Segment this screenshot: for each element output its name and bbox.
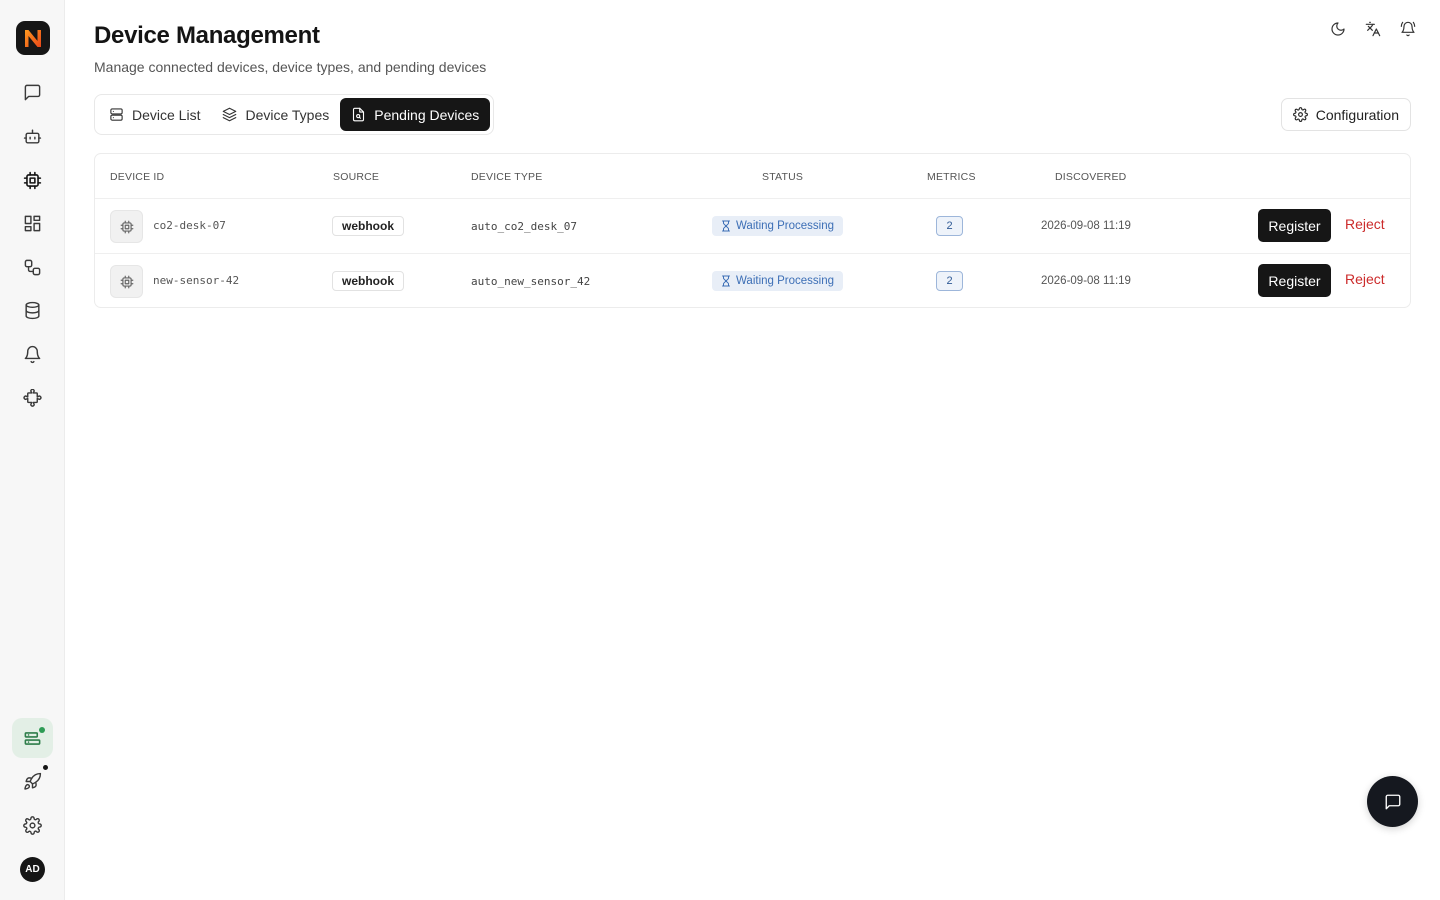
tab-label: Pending Devices [374,106,480,123]
sidebar-item-extensions[interactable] [12,378,53,418]
bell-icon [24,345,41,363]
status-text: Waiting Processing [736,275,835,287]
status-text: Waiting Processing [736,220,835,232]
sidebar-item-alerts[interactable] [12,334,53,374]
layout-grid-icon [24,215,41,231]
database-icon [25,301,40,319]
gear-icon [1292,107,1308,122]
metrics-count-badge: 2 [936,271,963,291]
sidebar-item-dashboards[interactable] [12,203,53,243]
source-badge: webhook [332,271,405,291]
server-list-icon [110,108,123,121]
tab-label: Device Types [245,106,330,123]
discovered-timestamp: 2026-09-08 11:19 [1041,275,1131,287]
puzzle-icon [23,388,42,407]
table-row: new-sensor-42 webhook auto_new_sensor_42… [95,254,1410,309]
table-header: DEVICE ID SOURCE DEVICE TYPE STATUS METR… [95,154,1410,199]
page-title: Device Management [94,22,320,49]
register-button[interactable]: Register [1258,209,1331,242]
tab-label: Device List [132,106,201,123]
workflow-icon [24,259,41,275]
sidebar-item-automations[interactable] [12,247,53,287]
status-badge: Waiting Processing [712,216,844,236]
reject-button[interactable]: Reject [1345,271,1385,287]
device-id: co2-desk-07 [153,219,226,232]
source-badge: webhook [332,216,405,236]
update-indicator [43,765,48,770]
message-square-icon [1385,794,1400,809]
hourglass-icon [722,275,730,287]
tab-device-types[interactable]: Device Types [211,98,340,131]
column-header-status[interactable]: STATUS [762,171,803,183]
file-search-icon [353,107,365,122]
hourglass-icon [722,220,730,232]
column-header-discovered[interactable]: DISCOVERED [1055,171,1126,183]
sidebar-item-agents[interactable] [12,116,53,156]
theme-toggle-button[interactable] [1327,17,1348,41]
layers-icon [223,107,237,122]
pending-devices-table: DEVICE ID SOURCE DEVICE TYPE STATUS METR… [94,153,1411,308]
metrics-count-badge: 2 [936,216,963,236]
device-chip-icon [110,210,143,243]
sidebar-item-settings[interactable] [12,805,53,845]
rocket-icon [24,772,42,790]
cpu-icon [23,171,42,189]
sidebar-item-chat[interactable] [12,72,53,112]
app-logo[interactable] [16,21,50,55]
sidebar-item-data[interactable] [12,290,53,330]
device-id: new-sensor-42 [153,274,240,287]
register-button[interactable]: Register [1258,264,1331,297]
tab-device-list[interactable]: Device List [98,98,211,131]
reject-button[interactable]: Reject [1345,216,1385,232]
notifications-button[interactable] [1397,17,1418,41]
sidebar-item-system-status[interactable] [12,718,53,758]
column-header-device-id[interactable]: DEVICE ID [110,171,164,183]
logo-icon [25,30,41,47]
online-indicator [39,727,45,733]
bot-icon [23,128,42,144]
bell-ring-icon [1400,21,1415,37]
translate-icon [1365,21,1380,37]
sidebar: AD [0,0,65,900]
column-header-metrics[interactable]: METRICS [927,171,976,183]
column-header-source[interactable]: SOURCE [333,171,379,183]
moon-icon [1330,22,1345,36]
sidebar-item-updates[interactable] [12,761,53,801]
chat-fab-button[interactable] [1367,776,1418,827]
avatar[interactable]: AD [20,857,45,882]
configuration-label: Configuration [1315,106,1399,123]
message-square-icon [24,84,41,100]
configuration-button[interactable]: Configuration [1280,98,1411,131]
table-row: co2-desk-07 webhook auto_co2_desk_07 Wai… [95,199,1410,254]
tab-pending-devices[interactable]: Pending Devices [340,98,491,131]
gear-icon [23,815,42,835]
status-badge: Waiting Processing [712,271,844,291]
device-type: auto_co2_desk_07 [471,220,577,233]
page-subtitle: Manage connected devices, device types, … [94,59,487,75]
device-tabs: Device List Device Types Pending Devices [94,94,495,135]
device-chip-icon [110,265,143,298]
language-button[interactable] [1362,17,1383,41]
discovered-timestamp: 2026-09-08 11:19 [1041,220,1131,232]
device-type: auto_new_sensor_42 [471,275,591,288]
sidebar-item-devices[interactable] [12,160,53,200]
top-actions [1327,17,1418,41]
column-header-device-type[interactable]: DEVICE TYPE [471,171,542,183]
